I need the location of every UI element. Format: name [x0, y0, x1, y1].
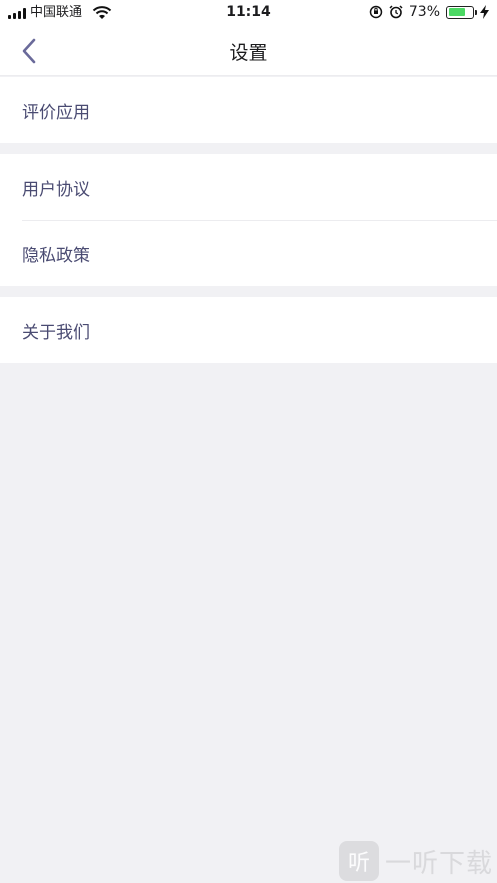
- watermark-logo: 听: [338, 841, 379, 881]
- settings-item-about-us[interactable]: 关于我们: [0, 297, 497, 363]
- watermark-text: 一听下载: [384, 848, 493, 879]
- settings-item-label: 评价应用: [22, 102, 90, 123]
- status-right: 73%: [369, 4, 489, 20]
- settings-group-legal: 用户协议 隐私政策: [0, 154, 497, 286]
- settings-group-about: 关于我们: [0, 297, 497, 363]
- battery-percent: 73%: [408, 4, 440, 20]
- settings-item-label: 用户协议: [22, 179, 90, 200]
- settings-item-rate-app[interactable]: 评价应用: [0, 77, 497, 143]
- battery-icon: [446, 5, 477, 19]
- settings-item-privacy-policy[interactable]: 隐私政策: [0, 220, 497, 286]
- nav-bar: 设置: [0, 26, 497, 76]
- alarm-icon: [389, 5, 403, 19]
- settings-item-label: 隐私政策: [22, 245, 90, 266]
- watermark: 听 一听下载: [338, 841, 493, 881]
- orientation-lock-icon: [369, 5, 383, 19]
- status-bar: 中国联通 11:14 73%: [0, 0, 497, 26]
- settings-item-label: 关于我们: [22, 322, 90, 343]
- battery-fill: [448, 8, 465, 16]
- settings-item-user-agreement[interactable]: 用户协议: [0, 154, 497, 220]
- settings-group-rate: 评价应用: [0, 77, 497, 143]
- page-title: 设置: [229, 42, 268, 64]
- charging-icon: [480, 5, 489, 19]
